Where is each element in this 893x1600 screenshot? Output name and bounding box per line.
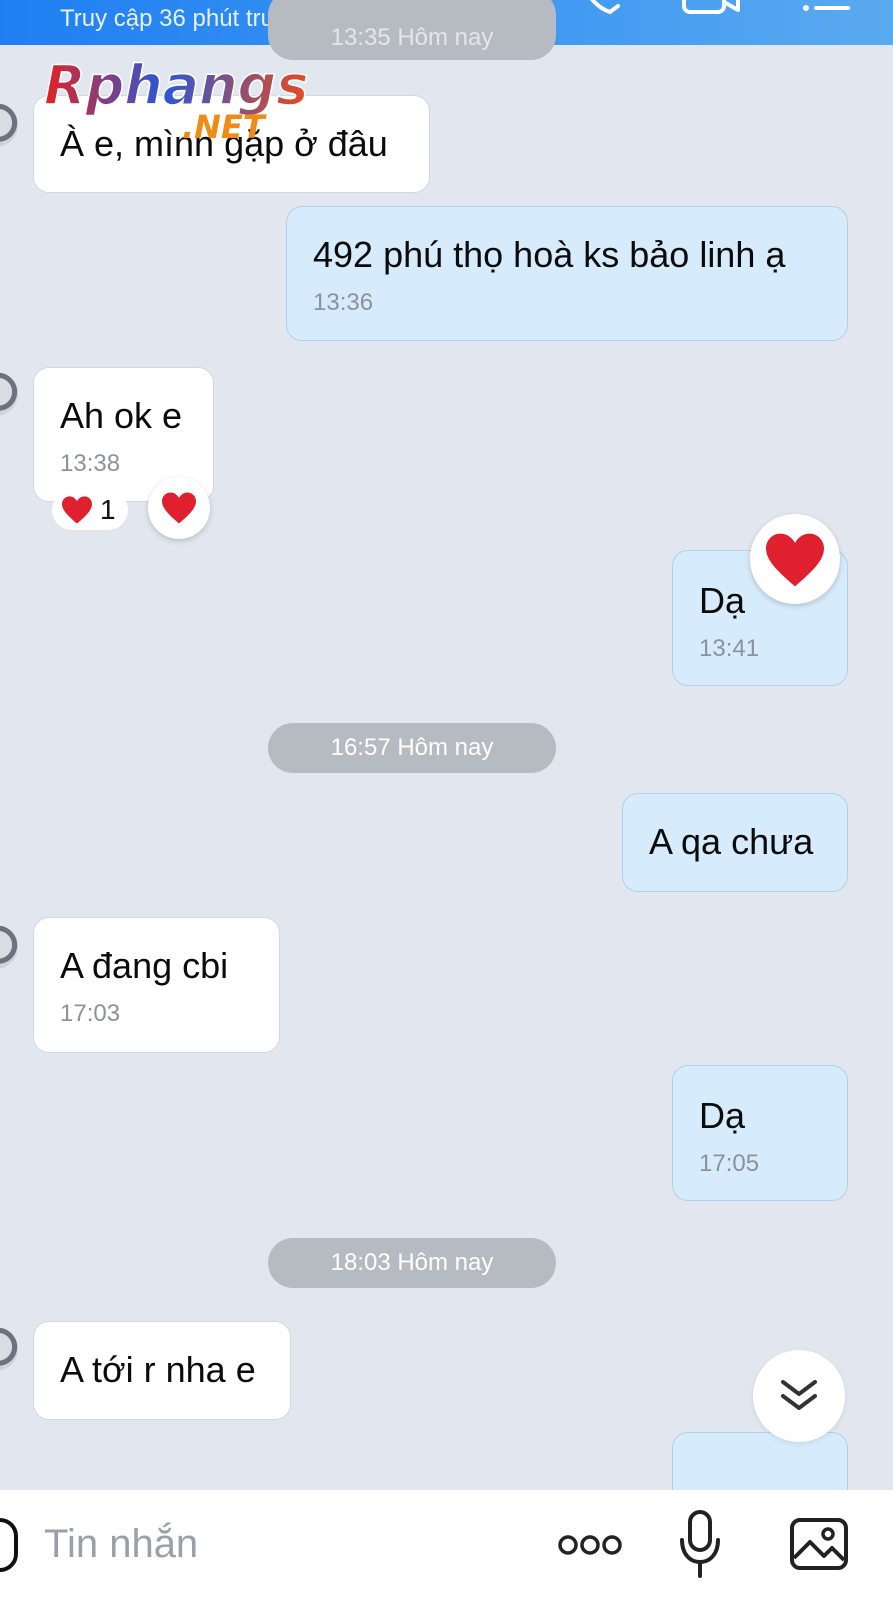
- heart-icon: [766, 533, 824, 587]
- time-separator: 18:03 Hôm nay: [268, 1238, 556, 1288]
- message-bubble-outgoing[interactable]: Dạ 17:05: [672, 1065, 848, 1201]
- message-bubble-outgoing[interactable]: A qa chưa: [622, 793, 848, 892]
- message-time: 13:38: [60, 450, 121, 477]
- heart-reaction-badge[interactable]: [750, 514, 840, 604]
- message-text: A tới r nha e: [60, 1349, 256, 1390]
- time-separator: 13:35 Hôm nay: [268, 0, 556, 60]
- message-text: À e, mình gặp ở đâu: [60, 123, 388, 164]
- video-icon[interactable]: [682, 0, 742, 16]
- message-time: 17:05: [699, 1150, 760, 1177]
- microphone-icon[interactable]: [678, 1510, 722, 1580]
- phone-icon[interactable]: [580, 0, 624, 16]
- message-time: 13:41: [699, 635, 760, 662]
- message-time: 13:36: [313, 289, 374, 316]
- message-text: A qa chưa: [649, 821, 814, 862]
- message-text: A đang cbi: [60, 945, 229, 986]
- reaction-count-badge[interactable]: 1: [52, 490, 128, 530]
- message-bubble-incoming[interactable]: À e, mình gặp ở đâu: [33, 95, 430, 193]
- message-bubble-outgoing[interactable]: 492 phú thọ hoà ks bảo linh ạ 13:36: [286, 206, 848, 341]
- message-composer: Tin nhắn: [0, 1490, 893, 1600]
- message-text: 492 phú thọ hoà ks bảo linh ạ: [313, 234, 786, 275]
- time-separator: 16:57 Hôm nay: [268, 723, 556, 773]
- message-text: Dạ: [699, 1095, 746, 1136]
- message-time: 17:03: [60, 1000, 121, 1027]
- menu-icon[interactable]: [800, 0, 850, 16]
- image-icon[interactable]: [790, 1518, 848, 1570]
- sticker-icon[interactable]: [0, 1518, 20, 1572]
- contact-avatar[interactable]: [0, 1327, 18, 1371]
- message-bubble-incoming[interactable]: A đang cbi 17:03: [33, 917, 280, 1053]
- contact-avatar[interactable]: [0, 925, 18, 969]
- message-text: Ah ok e: [60, 395, 183, 436]
- reaction-count: 1: [100, 494, 116, 525]
- contact-avatar[interactable]: [0, 372, 18, 416]
- chevron-double-down-icon: [781, 1380, 817, 1410]
- react-button[interactable]: [148, 477, 210, 539]
- contact-avatar[interactable]: [0, 103, 18, 147]
- heart-icon: [62, 496, 92, 524]
- message-bubble-incoming[interactable]: A tới r nha e: [33, 1321, 291, 1420]
- message-input[interactable]: Tin nhắn: [44, 1522, 198, 1567]
- scroll-to-bottom-button[interactable]: [753, 1350, 845, 1442]
- heart-icon: [162, 492, 196, 524]
- more-icon[interactable]: [558, 1532, 622, 1558]
